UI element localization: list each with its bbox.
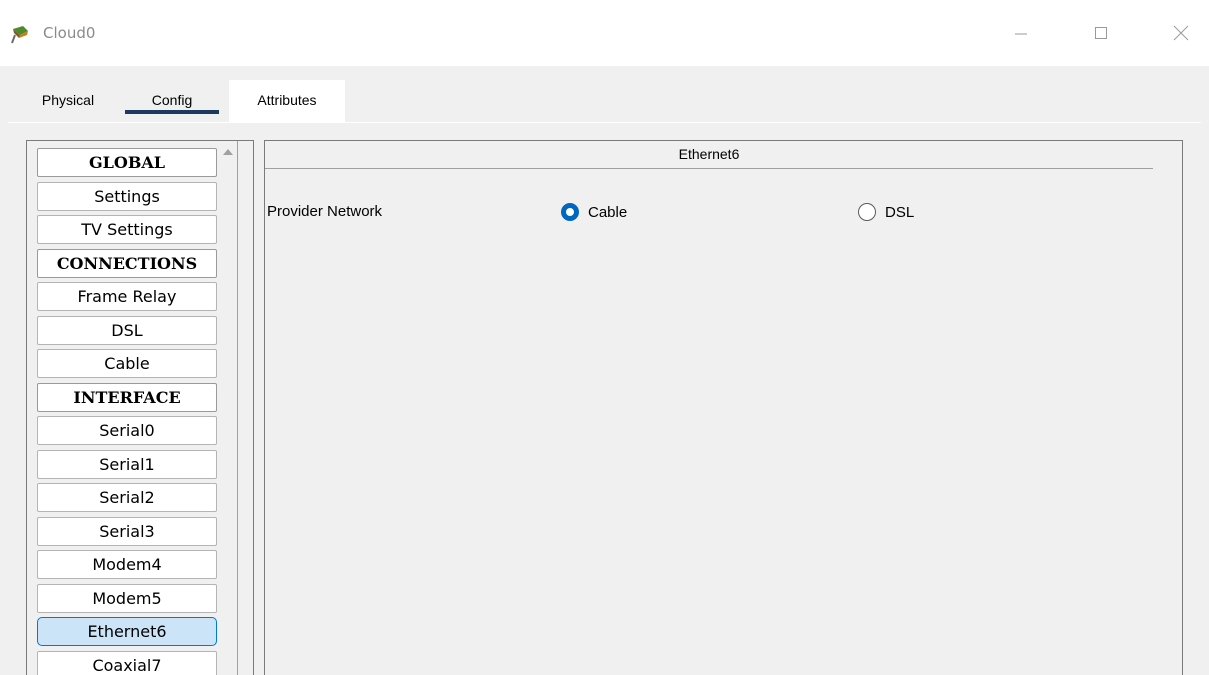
radio-dsl-label: DSL <box>885 203 915 221</box>
sidebar-item-dsl[interactable]: DSL <box>37 316 217 345</box>
provider-network-label: Provider Network <box>267 203 383 220</box>
sidebar-header-global[interactable]: GLOBAL <box>37 148 217 177</box>
sidebar-item-serial1[interactable]: Serial1 <box>37 450 217 479</box>
minimize-button[interactable] <box>998 16 1044 50</box>
sidebar-header-connections[interactable]: CONNECTIONS <box>37 249 217 278</box>
scroll-up-arrow-icon[interactable] <box>223 149 233 155</box>
tab-config[interactable]: Config <box>123 80 221 122</box>
radio-cable[interactable]: Cable <box>561 202 627 222</box>
maximize-button[interactable] <box>1078 16 1124 50</box>
sidebar-item-modem5[interactable]: Modem5 <box>37 584 217 613</box>
sidebar-item-serial2[interactable]: Serial2 <box>37 483 217 512</box>
sidebar-item-coaxial7[interactable]: Coaxial7 <box>37 651 217 675</box>
interface-panel: Ethernet6 Provider Network Cable DSL <box>264 140 1183 675</box>
minimize-icon <box>1015 33 1027 35</box>
tab-config-label: Config <box>151 92 193 108</box>
sidebar-scrollbar[interactable] <box>218 141 253 675</box>
sidebar-item-ethernet6[interactable]: Ethernet6 <box>37 617 217 646</box>
tab-physical[interactable]: Physical <box>23 80 113 122</box>
active-tab-indicator <box>125 110 219 114</box>
radio-cable-indicator[interactable] <box>561 203 579 221</box>
radio-dsl[interactable]: DSL <box>858 202 914 222</box>
config-sidebar: GLOBAL Settings TV Settings CONNECTIONS Fram… <box>26 140 254 675</box>
sidebar-item-serial0[interactable]: Serial0 <box>37 416 217 445</box>
close-button[interactable] <box>1158 16 1204 50</box>
title-bar[interactable]: Cloud0 <box>0 0 1209 66</box>
cloud-config-window: Cloud0 Physical Config Attributes GLOBAL… <box>0 0 1209 675</box>
sidebar-header-interface[interactable]: INTERFACE <box>37 383 217 412</box>
sidebar-item-serial3[interactable]: Serial3 <box>37 517 217 546</box>
tab-bar: Physical Config Attributes <box>0 66 1209 122</box>
sidebar-item-cable[interactable]: Cable <box>37 349 217 378</box>
window-title: Cloud0 <box>43 24 96 42</box>
radio-dsl-indicator[interactable] <box>858 203 876 221</box>
sidebar-item-settings[interactable]: Settings <box>37 182 217 211</box>
sidebar-item-frame-relay[interactable]: Frame Relay <box>37 282 217 311</box>
sidebar-item-modem4[interactable]: Modem4 <box>37 550 217 579</box>
close-icon <box>1173 25 1189 41</box>
scrollbar-track-line <box>237 141 238 675</box>
panel-title: Ethernet6 <box>265 141 1153 169</box>
sidebar-item-tv-settings[interactable]: TV Settings <box>37 215 217 244</box>
tab-attributes[interactable]: Attributes <box>229 80 345 122</box>
maximize-icon <box>1095 27 1107 39</box>
radio-cable-label: Cable <box>588 203 628 221</box>
cloud-device-icon <box>11 26 28 44</box>
